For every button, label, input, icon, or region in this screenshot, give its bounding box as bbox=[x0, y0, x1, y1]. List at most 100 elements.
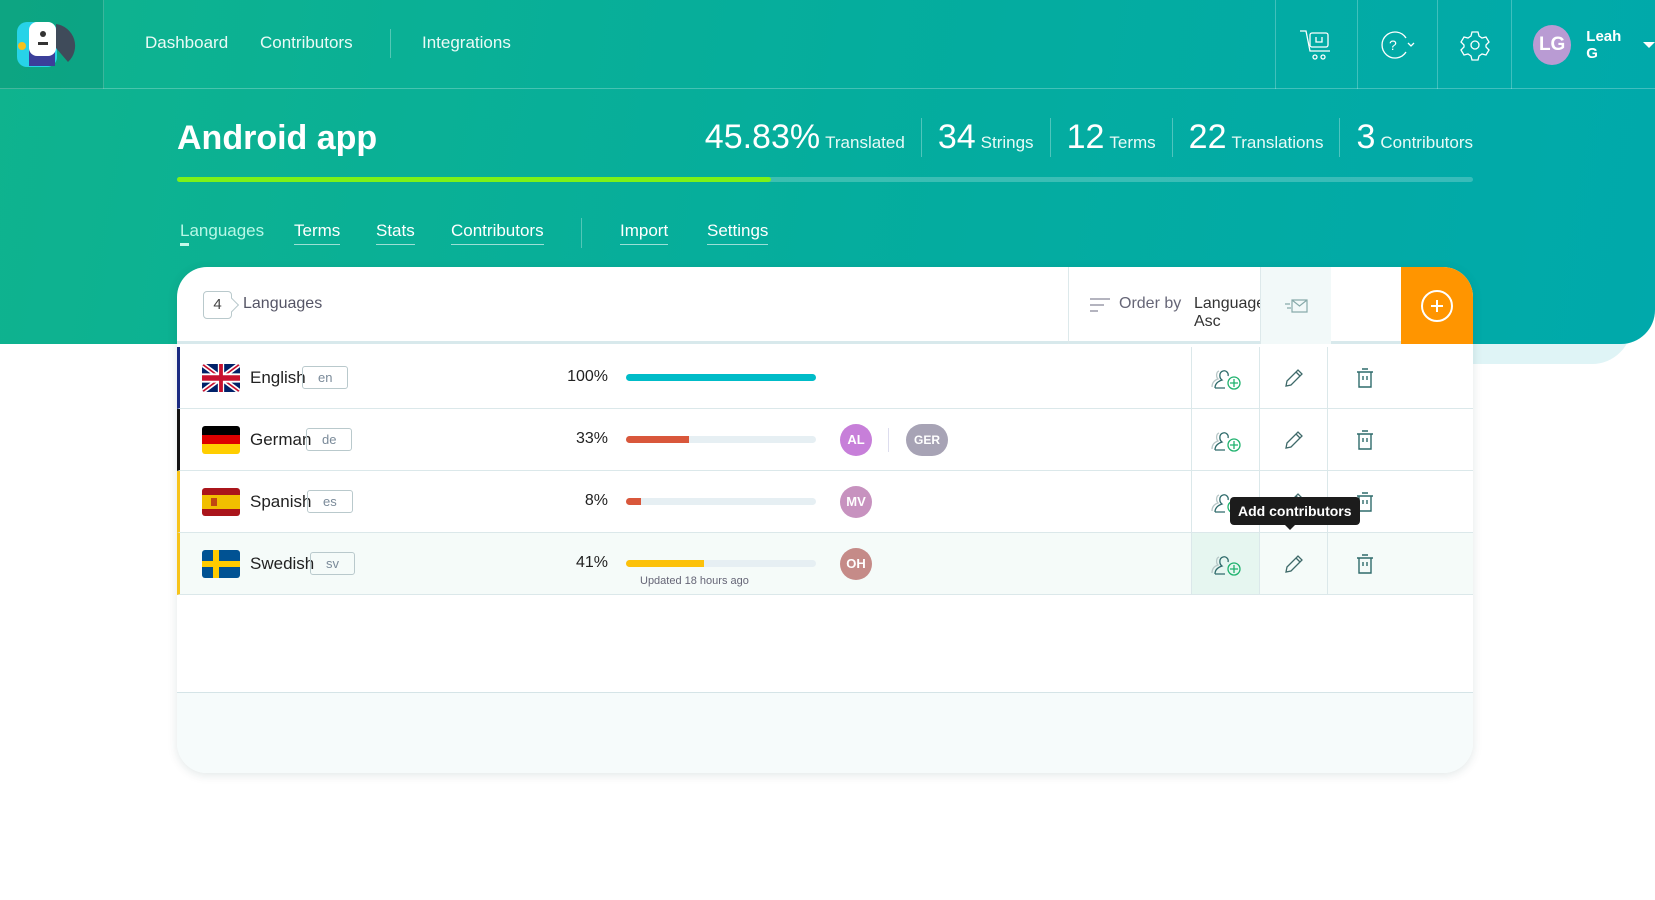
avatar: LG bbox=[1533, 24, 1572, 65]
logo[interactable] bbox=[0, 0, 104, 89]
stat-label: Strings bbox=[980, 133, 1034, 152]
nav-dashboard[interactable]: Dashboard bbox=[145, 33, 228, 53]
language-code: de bbox=[306, 428, 353, 451]
language-progress-fill bbox=[626, 436, 689, 443]
trash-icon bbox=[1357, 367, 1373, 388]
stat-label: Translations bbox=[1231, 133, 1324, 152]
language-name[interactable]: English bbox=[250, 368, 306, 388]
trash-icon bbox=[1357, 553, 1373, 574]
language-row-en[interactable]: English en 100% bbox=[177, 347, 1473, 409]
contributor-avatar[interactable]: OH bbox=[840, 548, 872, 580]
language-row-sv[interactable]: Swedish sv 41% Updated 18 hours ago OH bbox=[177, 533, 1473, 595]
stat-translations: 22 Translations bbox=[1171, 118, 1340, 157]
order-by-label: Order by bbox=[1119, 295, 1182, 312]
language-name[interactable]: Spanish bbox=[250, 492, 311, 512]
languages-toolbar: 4 Languages Order by Language Asc bbox=[177, 267, 1473, 344]
team-badge[interactable]: GER bbox=[906, 424, 948, 456]
add-contributor-icon bbox=[1210, 555, 1241, 576]
stat-terms: 12 Terms bbox=[1049, 118, 1172, 157]
nav-integrations[interactable]: Integrations bbox=[422, 33, 511, 53]
order-by-dropdown[interactable]: Order by Language Asc bbox=[1068, 267, 1300, 344]
language-code: es bbox=[307, 490, 353, 513]
add-contributors-button[interactable] bbox=[1191, 347, 1259, 408]
tab-contributors[interactable]: Contributors bbox=[451, 221, 544, 245]
trash-icon bbox=[1357, 429, 1373, 450]
page-title: Android app bbox=[177, 119, 378, 157]
card-footer bbox=[177, 692, 1473, 773]
settings-button[interactable] bbox=[1437, 0, 1511, 89]
edit-button[interactable] bbox=[1259, 347, 1327, 408]
delete-button[interactable] bbox=[1327, 347, 1473, 408]
stat-label: Contributors bbox=[1380, 133, 1473, 152]
stat-translated: 45.83% Translated bbox=[689, 118, 921, 157]
delete-button[interactable] bbox=[1327, 533, 1473, 594]
flag-se-icon bbox=[202, 550, 240, 578]
language-name[interactable]: German bbox=[250, 430, 311, 450]
order-by-value: Language Asc bbox=[1194, 295, 1266, 330]
progress-percent: 41% bbox=[575, 554, 608, 571]
flag-de-icon bbox=[202, 426, 240, 454]
language-code: sv bbox=[310, 552, 355, 575]
add-language-button[interactable] bbox=[1401, 267, 1473, 344]
sort-icon bbox=[1090, 298, 1110, 312]
delete-button[interactable] bbox=[1327, 409, 1473, 470]
language-count: 4 bbox=[203, 291, 232, 319]
cart-button[interactable] bbox=[1275, 0, 1357, 89]
user-name: Leah G bbox=[1586, 27, 1622, 62]
nav-contributors[interactable]: Contributors bbox=[260, 33, 353, 53]
avatar-divider bbox=[888, 428, 889, 452]
language-progress bbox=[626, 498, 816, 505]
language-code: en bbox=[302, 366, 349, 389]
stat-label: Terms bbox=[1109, 133, 1156, 152]
stat-label: Translated bbox=[825, 133, 905, 152]
help-button[interactable]: ? bbox=[1357, 0, 1437, 89]
invite-button[interactable] bbox=[1260, 267, 1331, 344]
progress-percent: 33% bbox=[575, 430, 608, 447]
translation-progress bbox=[177, 177, 1473, 182]
user-menu[interactable]: LG Leah G bbox=[1511, 0, 1655, 89]
stat-value: 45.83% bbox=[704, 118, 821, 156]
stat-value: 34 bbox=[937, 118, 976, 156]
edit-button[interactable] bbox=[1259, 533, 1327, 594]
languages-label: Languages bbox=[243, 295, 323, 312]
nav-divider bbox=[390, 29, 391, 58]
language-progress-fill bbox=[626, 560, 704, 567]
pencil-icon bbox=[1284, 368, 1303, 387]
pencil-icon bbox=[1284, 554, 1303, 573]
stat-value: 12 bbox=[1066, 118, 1105, 156]
envelope-icon bbox=[1285, 298, 1308, 313]
top-nav: Dashboard Contributors Integrations ? LG… bbox=[0, 0, 1655, 89]
pencil-icon bbox=[1284, 430, 1303, 449]
tab-stats[interactable]: Stats bbox=[376, 221, 415, 245]
language-progress bbox=[626, 560, 816, 567]
stat-contributors: 3 Contributors bbox=[1339, 118, 1473, 157]
tab-terms[interactable]: Terms bbox=[294, 221, 341, 245]
tab-import[interactable]: Import bbox=[620, 221, 669, 245]
updated-time: Updated 18 hours ago bbox=[640, 575, 749, 587]
language-progress bbox=[626, 374, 816, 381]
stat-value: 22 bbox=[1188, 118, 1227, 156]
add-contributor-icon bbox=[1210, 369, 1241, 390]
caret-down-icon bbox=[1643, 41, 1655, 48]
language-progress-fill bbox=[626, 374, 816, 381]
add-contributors-button[interactable] bbox=[1191, 533, 1259, 594]
tab-settings[interactable]: Settings bbox=[707, 221, 769, 245]
contributor-avatar[interactable]: AL bbox=[840, 424, 872, 456]
language-progress bbox=[626, 436, 816, 443]
language-name[interactable]: Swedish bbox=[250, 554, 314, 574]
contributor-avatar[interactable]: MV bbox=[840, 486, 872, 518]
svg-text:?: ? bbox=[1389, 37, 1397, 53]
add-contributor-icon bbox=[1210, 431, 1241, 452]
project-stats: 45.83% Translated 34 Strings 12 Terms 22 Transl… bbox=[689, 118, 1473, 157]
cart-icon bbox=[1299, 29, 1330, 60]
flag-gb-icon bbox=[202, 364, 240, 392]
tab-languages[interactable]: Languages bbox=[180, 221, 264, 246]
gear-icon bbox=[1459, 30, 1490, 61]
tab-divider bbox=[581, 218, 582, 248]
edit-button[interactable] bbox=[1259, 409, 1327, 470]
translation-progress-fill bbox=[177, 177, 771, 182]
help-icon: ? bbox=[1380, 30, 1414, 59]
language-row-de[interactable]: German de 33% AL GER bbox=[177, 409, 1473, 471]
progress-percent: 100% bbox=[567, 368, 608, 385]
add-contributors-button[interactable] bbox=[1191, 409, 1259, 470]
